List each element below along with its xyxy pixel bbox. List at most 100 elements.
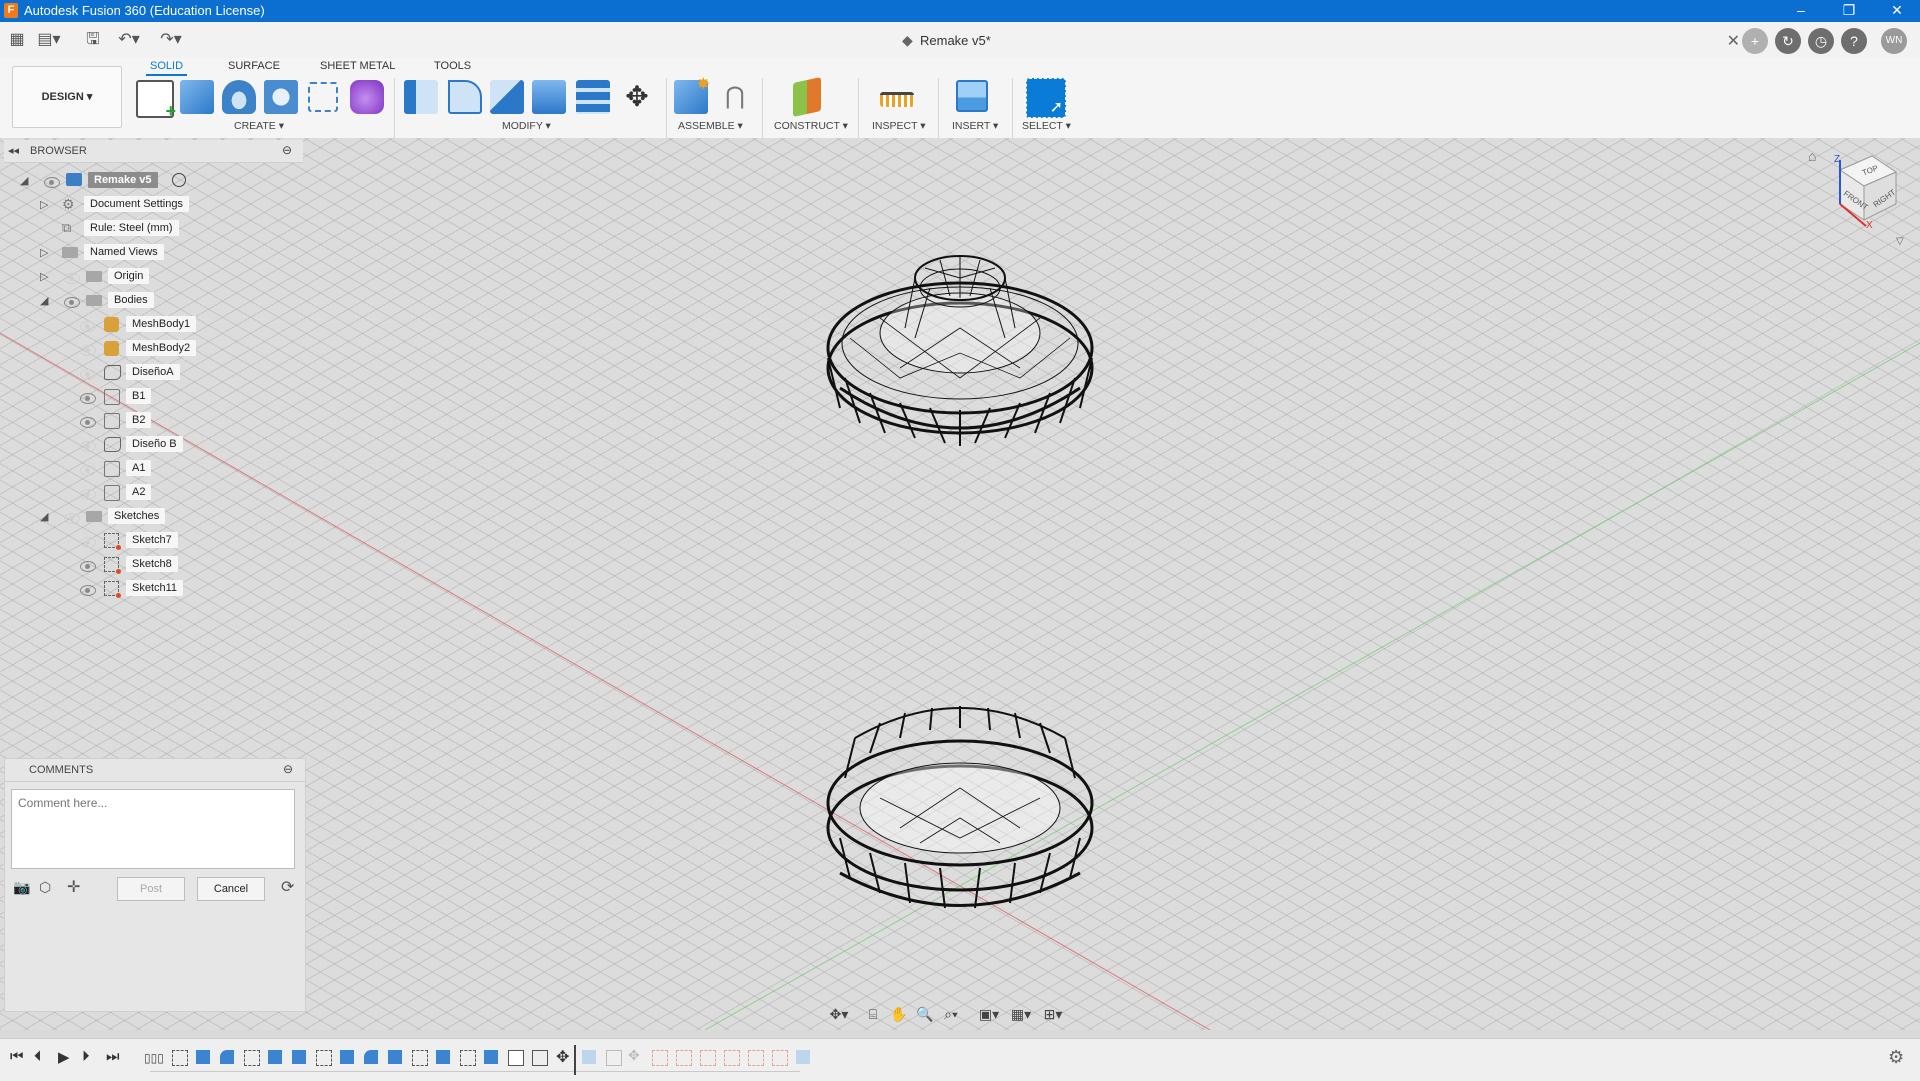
minimize-panel-icon[interactable]: ⊖	[282, 143, 292, 157]
visibility-eye-icon[interactable]	[80, 537, 96, 548]
timeline-suppressed-move[interactable]: ✥	[628, 1047, 640, 1064]
grid-menu-icon[interactable]: ▦	[4, 28, 30, 52]
timeline-gear-icon[interactable]: ⚙	[1888, 1047, 1904, 1068]
timeline-marker[interactable]	[574, 1045, 576, 1075]
combine-icon[interactable]	[576, 80, 610, 114]
activate-radio-icon[interactable]	[172, 173, 186, 187]
timeline-suppressed-feature[interactable]	[724, 1050, 740, 1066]
refresh-icon[interactable]: ⟳	[281, 877, 294, 897]
chamfer-icon[interactable]	[490, 80, 524, 114]
minimize-button[interactable]: –	[1778, 0, 1824, 22]
timeline-sketch-feature[interactable]	[412, 1050, 428, 1066]
visibility-eye-icon[interactable]	[80, 345, 96, 356]
job-status-icon[interactable]: ◷	[1808, 28, 1834, 54]
grid-settings-icon[interactable]: ▦▾	[1010, 1004, 1032, 1024]
timeline-extrude-feature[interactable]	[484, 1050, 498, 1064]
save-icon[interactable]: 🖫	[80, 28, 106, 52]
file-menu-icon[interactable]: ▤▾	[36, 28, 62, 52]
visibility-eye-icon[interactable]	[64, 513, 80, 524]
display-settings-icon[interactable]: ▣▾	[978, 1004, 1000, 1024]
visibility-eye-icon[interactable]	[44, 177, 60, 188]
orbit-icon[interactable]: ✥▾	[828, 1004, 850, 1024]
browser-item-disenoa[interactable]: DiseñoA	[0, 364, 303, 388]
play-icon[interactable]: ▶	[58, 1048, 70, 1066]
create-menu[interactable]: CREATE ▾	[234, 120, 284, 132]
fit-icon[interactable]: ⌕▾	[940, 1004, 962, 1024]
cube-snapshot-icon[interactable]: ⬡	[39, 879, 51, 896]
pan-icon[interactable]: ✋	[888, 1004, 910, 1024]
inspect-menu[interactable]: INSPECT ▾	[872, 120, 926, 132]
visibility-eye-icon[interactable]	[80, 441, 96, 452]
tab-tools[interactable]: TOOLS	[430, 60, 475, 72]
timeline-settings-icon[interactable]: ▯▯▯	[144, 1051, 164, 1065]
visibility-eye-icon[interactable]	[80, 489, 96, 500]
viewcube[interactable]: ⌂ TOP FRONT RIGHT X Z ▽	[1808, 148, 1904, 247]
visibility-eye-icon[interactable]	[80, 369, 96, 380]
browser-item-sketches[interactable]: ◢ Sketches	[0, 508, 303, 532]
browser-root-row[interactable]: ◢ Remake v5	[0, 172, 303, 196]
browser-item-meshbody2[interactable]: MeshBody2	[0, 340, 303, 364]
timeline-suppressed-feature[interactable]	[676, 1050, 692, 1066]
browser-item-a2[interactable]: A2	[0, 484, 303, 508]
create-sketch-icon[interactable]: +	[136, 80, 176, 121]
tab-surface[interactable]: SURFACE	[224, 60, 284, 72]
timeline-suppressed-feature[interactable]	[700, 1050, 716, 1066]
timeline-extrude-feature[interactable]	[388, 1050, 402, 1064]
go-to-end-icon[interactable]: ⏭	[106, 1048, 120, 1065]
timeline-extrude-feature[interactable]	[292, 1050, 306, 1064]
move-copy-icon[interactable]: ✥	[620, 80, 654, 114]
timeline-combine-feature[interactable]	[532, 1050, 548, 1066]
browser-item-a1[interactable]: A1	[0, 460, 303, 484]
tab-solid[interactable]: SOLID	[146, 60, 188, 76]
rectangular-pattern-icon[interactable]	[308, 82, 338, 112]
browser-item-meshbody1[interactable]: MeshBody1	[0, 316, 303, 340]
browser-item-document-settings[interactable]: ▷ ⚙ Document Settings	[0, 196, 303, 220]
timeline-extrude-feature[interactable]	[436, 1050, 450, 1064]
minimize-panel-icon[interactable]: ⊖	[283, 762, 293, 776]
close-window-button[interactable]: ✕	[1874, 0, 1920, 22]
comment-input[interactable]	[11, 789, 295, 869]
hole-icon[interactable]	[264, 80, 298, 114]
visibility-eye-icon[interactable]	[80, 585, 96, 596]
shell-icon[interactable]	[532, 80, 566, 114]
measure-icon[interactable]	[880, 92, 914, 107]
timeline-suppressed-feature[interactable]	[748, 1050, 764, 1066]
extensions-icon[interactable]: ↻	[1775, 28, 1801, 54]
timeline-extrude-feature[interactable]	[196, 1050, 210, 1064]
user-avatar[interactable]: WN	[1881, 28, 1907, 54]
visibility-eye-icon[interactable]	[80, 393, 96, 404]
visibility-eye-icon[interactable]	[80, 561, 96, 572]
workspace-switcher[interactable]: DESIGN ▾	[12, 66, 122, 128]
timeline-suppressed-feature[interactable]	[606, 1050, 622, 1066]
construct-menu[interactable]: CONSTRUCT ▾	[774, 120, 848, 132]
visibility-eye-icon[interactable]	[64, 273, 80, 284]
expand-triangle-icon[interactable]: ◢	[40, 294, 48, 307]
timeline-fillet-feature[interactable]	[364, 1050, 378, 1064]
close-tab-icon[interactable]: ✕	[1727, 31, 1740, 51]
cancel-button[interactable]: Cancel	[197, 877, 265, 901]
select-menu[interactable]: SELECT ▾	[1022, 120, 1071, 132]
undo-icon[interactable]: ↶▾	[116, 28, 142, 52]
press-pull-icon[interactable]	[404, 80, 438, 114]
visibility-eye-icon[interactable]	[64, 297, 80, 308]
assemble-menu[interactable]: ASSEMBLE ▾	[678, 120, 743, 132]
expand-triangle-icon[interactable]: ◢	[40, 510, 48, 523]
zoom-icon[interactable]: 🔍	[914, 1004, 936, 1024]
redo-icon[interactable]: ↷▾	[158, 28, 184, 52]
expand-triangle-icon[interactable]: ▷	[40, 246, 48, 259]
help-icon[interactable]: ?	[1841, 28, 1867, 54]
visibility-eye-icon[interactable]	[80, 321, 96, 332]
browser-item-origin[interactable]: ▷ Origin	[0, 268, 303, 292]
timeline-fillet-feature[interactable]	[220, 1050, 234, 1064]
visibility-eye-icon[interactable]	[80, 465, 96, 476]
timeline-sketch-feature[interactable]	[244, 1050, 260, 1066]
fillet-icon[interactable]	[448, 80, 482, 114]
new-tab-icon[interactable]: +	[1742, 28, 1768, 54]
timeline-suppressed-feature[interactable]	[772, 1050, 788, 1066]
expand-triangle-icon[interactable]: ◢	[20, 174, 28, 187]
insert-image-icon[interactable]	[956, 80, 988, 112]
browser-item-rule[interactable]: ⧉ Rule: Steel (mm)	[0, 220, 303, 244]
timeline-extrude-feature[interactable]	[340, 1050, 354, 1064]
step-forward-icon[interactable]: ⏵	[82, 1048, 90, 1065]
collapse-panel-icon[interactable]: ◂◂	[8, 144, 19, 157]
